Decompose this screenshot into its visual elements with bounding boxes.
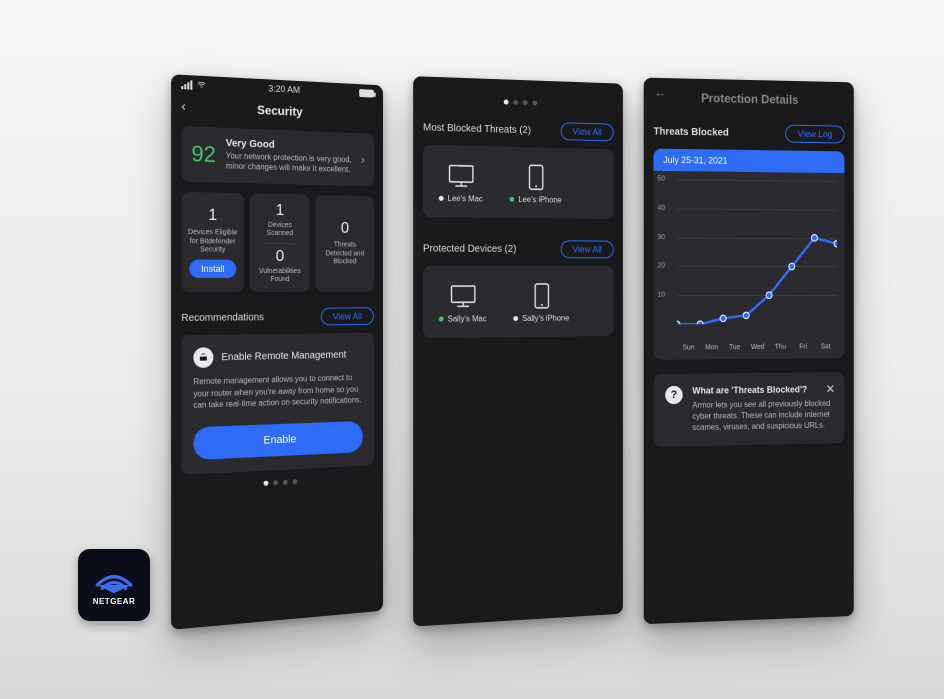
stat-label: Devices Scanned [255, 221, 304, 238]
x-axis-labels: SunMonTueWedThuFriSat [653, 343, 844, 351]
device-item[interactable]: Sally's Mac [439, 284, 487, 324]
threats-blocked-header: Threats Blocked View Log [653, 122, 844, 143]
page-title: Protection Details [701, 91, 798, 107]
stat-eligible: 1 Devices Eligible for Bitdefender Secur… [181, 192, 243, 293]
y-tick-label: 30 [657, 234, 665, 241]
dot [522, 100, 527, 105]
stat-label: Threats Detected and Blocked [321, 242, 368, 267]
page-dots [181, 475, 374, 490]
dot [273, 480, 278, 485]
back-button[interactable]: ← [653, 84, 667, 100]
router-icon [193, 348, 213, 369]
divider [265, 242, 294, 243]
protected-devices-header: Protected Devices (2) View All [423, 239, 614, 258]
x-tick-label: Sat [814, 343, 837, 350]
score-card[interactable]: 92 Very Good Your network protection is … [181, 126, 374, 186]
y-tick-label: 10 [657, 292, 665, 299]
stats-grid: 1 Devices Eligible for Bitdefender Secur… [181, 192, 374, 293]
blocked-threats-header: Most Blocked Threats (2) View All [423, 118, 614, 141]
x-tick-label: Tue [723, 344, 746, 351]
device-label: Lee's Mac [439, 194, 483, 204]
stat-scanned-vuln: 1 Devices Scanned 0 Vulnerabilities Foun… [250, 193, 310, 292]
device-item[interactable]: Lee's Mac [439, 163, 483, 203]
dot [532, 100, 537, 105]
x-tick-label: Wed [746, 344, 769, 351]
tip-body: Armor lets you see all previously blocke… [692, 398, 833, 434]
stat-value: 1 [276, 202, 285, 220]
x-tick-label: Fri [792, 344, 815, 351]
desktop-icon [448, 284, 477, 308]
phone-security: 3:20 AM ‹ Security 92 Very Good Your net… [171, 74, 383, 630]
device-item[interactable]: Sally's iPhone [514, 284, 570, 323]
dot-active [503, 99, 508, 104]
reco-body: Remote management allows you to connect … [193, 372, 362, 411]
dot [513, 100, 518, 105]
view-all-button[interactable]: View All [321, 308, 374, 326]
question-icon: ? [665, 386, 682, 404]
score-value: 92 [191, 141, 216, 168]
dot [292, 479, 297, 484]
phone-devices: Most Blocked Threats (2) View All Lee's … [413, 76, 623, 626]
tip-heading: What are 'Threats Blocked'? [692, 384, 833, 396]
dot-active [263, 481, 268, 486]
stat-value: 1 [208, 207, 217, 225]
status-dot [439, 317, 444, 322]
x-tick-label: Thu [769, 344, 792, 351]
reco-title: Enable Remote Management [221, 350, 346, 364]
enable-button[interactable]: Enable [193, 421, 362, 460]
phone-icon [527, 284, 555, 308]
device-label: Sally's Mac [439, 314, 487, 323]
x-tick-label: Sun [677, 344, 700, 351]
chart-area: 10 20 30 40 50 [653, 171, 844, 343]
score-sub: Your network protection is very good, mi… [226, 151, 352, 176]
x-tick-label: Mon [700, 344, 723, 351]
section-label: Recommendations [181, 312, 264, 324]
chart-card: July 25-31, 2021 10 20 30 40 50 SunMonTueWed… [653, 149, 844, 360]
stat-value: 0 [341, 220, 349, 238]
device-label: Sally's iPhone [514, 314, 570, 323]
desktop-icon [446, 163, 475, 188]
y-tick-label: 20 [657, 263, 665, 270]
dot [282, 480, 287, 485]
wifi-icon [196, 80, 206, 91]
status-dot [510, 197, 515, 202]
battery-icon [359, 89, 374, 98]
tip-card: ? What are 'Threats Blocked'? Armor lets… [653, 372, 844, 446]
stat-threats: 0 Threats Detected and Blocked [316, 195, 374, 293]
phone-protection-details: ← Protection Details Threats Blocked Vie… [644, 78, 854, 625]
nighthawk-icon [94, 565, 134, 595]
recommendations-header: Recommendations View All [181, 308, 374, 328]
phone-icon [522, 165, 550, 189]
install-button[interactable]: Install [189, 259, 236, 277]
device-item[interactable]: Lee's iPhone [510, 165, 562, 205]
stat-value: 0 [276, 248, 285, 266]
section-label: Protected Devices (2) [423, 243, 516, 255]
status-dot [514, 316, 519, 321]
blocked-devices-card: Lee's Mac Lee's iPhone [423, 145, 614, 219]
date-range: July 25-31, 2021 [653, 149, 844, 174]
stat-label: Devices Eligible for Bitdefender Securit… [187, 229, 237, 255]
y-tick-label: 50 [657, 175, 665, 182]
line-chart [677, 179, 837, 324]
signal-icon [181, 79, 192, 89]
view-all-button[interactable]: View All [560, 240, 613, 258]
chevron-right-icon: › [361, 153, 365, 167]
status-dot [439, 196, 444, 201]
protected-devices-card: Sally's Mac Sally's iPhone [423, 266, 614, 338]
y-tick-label: 40 [657, 205, 665, 212]
back-button[interactable]: ‹ [181, 97, 186, 114]
section-label: Threats Blocked [653, 126, 728, 138]
netgear-app-icon: NETGEAR [78, 549, 150, 621]
stat-label: Vulnerabilities Found [255, 267, 304, 284]
view-log-button[interactable]: View Log [785, 125, 844, 144]
recommendation-card: Enable Remote Management Remote manageme… [181, 333, 374, 475]
page-title: Security [257, 103, 303, 119]
navbar: ← Protection Details [644, 78, 854, 120]
section-label: Most Blocked Threats (2) [423, 122, 531, 136]
device-label: Lee's iPhone [510, 195, 562, 205]
view-all-button[interactable]: View All [560, 122, 613, 141]
close-icon[interactable]: ✕ [826, 382, 835, 396]
clock: 3:20 AM [268, 83, 300, 95]
brand-label: NETGEAR [93, 597, 136, 606]
